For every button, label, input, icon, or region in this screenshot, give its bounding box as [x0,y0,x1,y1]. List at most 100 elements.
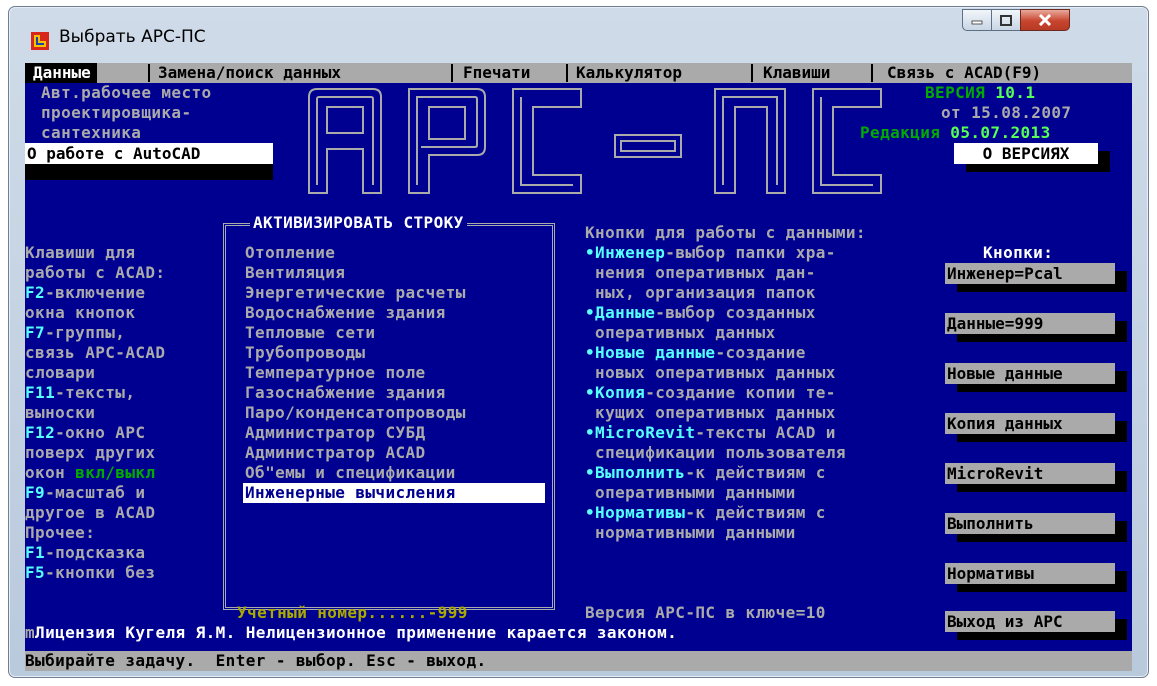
version-number: 10.1 [995,83,1036,102]
info-line: •Новые данные-создание [585,343,806,363]
activate-item-selected[interactable]: Инженерные вычисления [243,483,545,503]
header-line: сантехника [41,123,142,142]
activate-item[interactable]: Энергетические расчеты [245,283,466,303]
left-panel-text: поверх других [25,443,156,462]
info-line: ных, организация папок [585,283,816,303]
action-button[interactable]: Новые данные [945,363,1115,384]
info-key: Нормативы [595,503,686,522]
info-key: Новые данные [595,343,716,362]
info-line: •Нормативы-к действиям с [585,503,826,523]
left-panel-line: F9-масштаб и [25,483,145,503]
about-autocad-button[interactable]: О работе с AutoCAD [25,143,273,164]
bullet-marker: • [585,343,596,362]
info-text: нормативными данными [585,523,796,542]
version-date: от 15.08.2007 [941,103,1072,122]
activate-item[interactable]: Температурное поле [245,363,426,383]
action-button[interactable]: Нормативы [945,563,1115,584]
action-button[interactable]: MicroRevit [945,463,1115,484]
account-number: Учетный номер......-999 [237,603,468,622]
left-panel-text: связь АРС-ACAD [25,343,166,362]
info-text: -создание [715,343,806,362]
bullet-marker: • [585,423,596,442]
app-icon [31,32,49,50]
activate-item[interactable]: Администратор ACAD [245,443,426,463]
menu-keys[interactable]: Клавиши [763,63,830,83]
info-line: нения оперативных дан- [585,263,816,283]
toggle-on-off[interactable]: вкл/выкл [75,463,155,482]
info-text: -выбор созданных [655,303,816,322]
title-bar[interactable]: Выбрать АРС-ПС [9,7,1148,71]
menu-acad-link[interactable]: Связь с ACAD(F9) [887,63,1041,83]
info-text: оперативных данных [585,323,776,342]
edition-line: Редакция 05.07.2013 [860,123,1051,143]
activate-item[interactable]: Водоснабжение здания [245,303,446,323]
activate-item[interactable]: Паро/конденсатопроводы [245,403,466,423]
hotkey[interactable]: F7 [25,323,45,342]
action-button[interactable]: Данные=999 [945,313,1115,334]
activate-item[interactable]: Газоснабжение здания [245,383,446,403]
left-panel-line: F12-окно АРС [25,423,145,443]
maximize-button[interactable] [991,9,1021,31]
left-panel-line: окон вкл/выкл [25,463,155,483]
activate-item[interactable]: Отопление [245,243,335,263]
activate-item[interactable]: Администратор СУБД [245,423,426,443]
menu-divider [751,64,753,82]
activate-item[interactable]: Вентиляция [245,263,345,283]
hotkey[interactable]: F12 [25,423,55,442]
activate-title: АКТИВИЗИРОВАТЬ СТРОКУ [250,213,467,233]
left-panel-line: F1-подсказка [25,543,145,563]
minimize-button[interactable] [962,9,992,31]
info-key: Инженер [595,243,666,262]
menu-data[interactable]: Данные [25,63,97,83]
hotkey[interactable]: F9 [25,483,45,502]
buttons-heading: Кнопки: [983,243,1054,262]
about-versions-button[interactable]: О ВЕРСИЯХ [954,143,1098,164]
status-text: Выбирайте задачу. Enter - выбор. Esc - в… [25,651,487,670]
left-panel-text: выноски [25,403,96,422]
bullet-marker: • [585,463,596,482]
left-panel-text: Прочее: [25,523,96,542]
hotkey[interactable]: F2 [25,283,45,302]
info-text: -тексты ACAD и [695,423,836,442]
info-heading: Кнопки для работы с данными: [585,223,866,242]
left-panel-line: работы с ACAD: [25,263,165,283]
close-icon [1038,14,1052,26]
hotkey[interactable]: F1 [25,543,45,562]
info-text: -к действиям с [685,463,826,482]
edition-label: Редакция [860,123,951,142]
header-line: Авт.рабочее место [41,83,212,102]
left-panel-text: окон [25,463,76,482]
key-version: Версия АРС-ПС в ключе=10 [585,603,826,622]
menu-print[interactable]: Fпечати [463,63,530,83]
info-text: -к действиям с [685,503,826,522]
action-button[interactable]: Выход из АРС [945,611,1115,632]
activate-item[interactable]: Трубопроводы [245,343,365,363]
hotkey-description: -масштаб и [45,483,146,502]
close-button[interactable] [1020,9,1070,31]
info-line: •MicroRevit-тексты ACAD и [585,423,836,443]
left-panel-line: Прочее: [25,523,95,543]
action-button[interactable]: Копия данных [945,413,1115,434]
hotkey-description: -тексты, [55,383,136,402]
info-text: спецификации пользователя [585,443,846,462]
hotkey[interactable]: F5 [25,563,45,582]
menu-replace-search[interactable]: Замена/поиск данных [158,63,341,83]
maximize-icon [1000,14,1012,26]
header-line: проектировщика- [41,103,192,122]
info-text: оперативными данными [585,483,796,502]
activate-item[interactable]: Тепловые сети [245,323,375,343]
license-text: Лицензия Кугеля Я.М. Нелицензионное прим… [35,623,678,642]
hotkey-description: -включение [45,283,146,302]
activate-item[interactable]: Об"емы и спецификации [245,463,456,483]
minimize-icon [971,20,983,25]
left-panel-line: выноски [25,403,95,423]
logo-art [308,88,882,194]
action-button[interactable]: Инженер=Pcal [945,263,1115,284]
hotkey[interactable]: F11 [25,383,55,402]
left-panel-text: словари [25,363,96,382]
left-panel-text: окна кнопок [25,303,136,322]
status-bar: Выбирайте задачу. Enter - выбор. Esc - в… [25,651,1132,671]
info-line: •Выполнить-к действиям с [585,463,826,483]
menu-calculator[interactable]: Калькулятор [576,63,682,83]
action-button[interactable]: Выполнить [945,513,1115,534]
